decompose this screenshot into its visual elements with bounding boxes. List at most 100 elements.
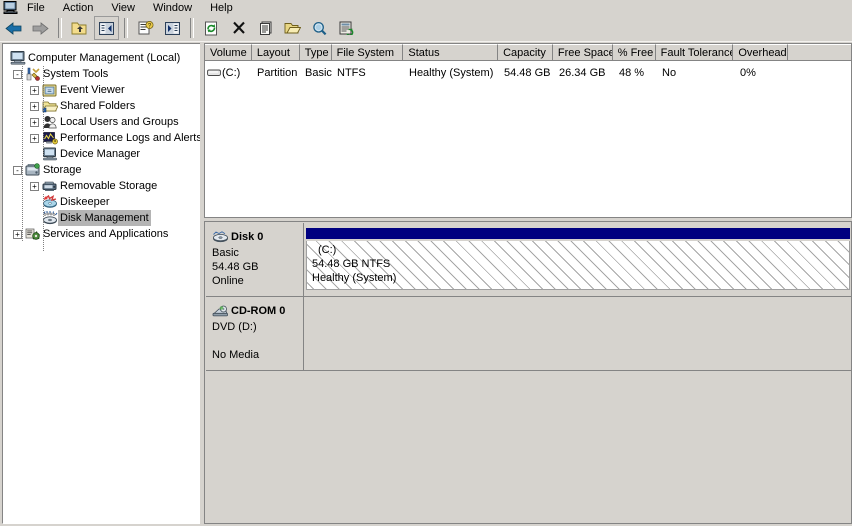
column-header-free-space[interactable]: Free Space bbox=[552, 44, 613, 61]
partition-header-bar bbox=[306, 228, 850, 239]
menu-help[interactable]: Help bbox=[201, 1, 242, 15]
system-tools-icon bbox=[24, 67, 41, 81]
back-button[interactable] bbox=[1, 16, 26, 40]
minus-icon[interactable]: - bbox=[13, 165, 22, 175]
open-button[interactable] bbox=[280, 16, 305, 40]
toolbar-separator-1 bbox=[58, 18, 62, 38]
tree-item-diskeeper[interactable]: Diskeeper bbox=[3, 194, 200, 210]
tree-item-removable-storage[interactable]: + Removable Storage bbox=[3, 178, 200, 194]
tree-item-shared-folders[interactable]: + Shared Folders bbox=[3, 98, 200, 114]
tree-item-disk-management[interactable]: Disk Management bbox=[3, 210, 200, 226]
menu-action[interactable]: Action bbox=[54, 1, 103, 15]
column-header-fault-tolerance[interactable]: Fault Tolerance bbox=[655, 44, 734, 61]
disk-title-row: Disk 0 bbox=[212, 231, 299, 243]
tree-item-label: Event Viewer bbox=[60, 84, 125, 96]
table-row[interactable]: (C:) Partition Basic NTFS Healthy (Syste… bbox=[205, 61, 851, 82]
column-header-layout[interactable]: Layout bbox=[251, 44, 300, 61]
partition-status: Healthy (System) bbox=[312, 272, 397, 284]
properties-button[interactable]: ? bbox=[133, 16, 158, 40]
status-cell: Healthy (System) bbox=[409, 67, 494, 79]
toolbar-separator-2 bbox=[124, 18, 128, 38]
file-system-cell: NTFS bbox=[337, 67, 366, 79]
menu-file[interactable]: File bbox=[18, 1, 54, 15]
disk-header-disk0[interactable]: Disk 0 Basic 54.48 GB Online bbox=[206, 223, 304, 296]
plus-icon[interactable]: + bbox=[30, 101, 39, 111]
find-button[interactable] bbox=[307, 16, 332, 40]
plus-icon[interactable]: + bbox=[30, 181, 39, 191]
tree-item-system-tools[interactable]: - System Tools bbox=[3, 66, 200, 82]
tree-item-performance-logs-and-alerts[interactable]: + Performance Logs and Alerts bbox=[3, 130, 200, 146]
console-tree-pane[interactable]: Computer Management (Local) - System Too… bbox=[2, 43, 201, 524]
minus-icon[interactable]: - bbox=[13, 69, 22, 79]
type-cell: Basic bbox=[305, 67, 332, 79]
volume-list[interactable]: Volume Layout Type File System Status Ca… bbox=[204, 43, 852, 218]
tree-item-label: Services and Applications bbox=[43, 228, 169, 240]
tree-item-label: Storage bbox=[43, 164, 82, 176]
column-header-overhead[interactable]: Overhead bbox=[733, 44, 789, 61]
column-header-volume[interactable]: Volume bbox=[205, 44, 252, 61]
tree-item-local-users-and-groups[interactable]: + Local Users and Groups bbox=[3, 114, 200, 130]
tree-expander-removable-storage[interactable]: + bbox=[28, 181, 41, 191]
tree-item-label: Disk Management bbox=[58, 210, 151, 226]
content-area: Computer Management (Local) - System Too… bbox=[0, 43, 852, 526]
tree-expander-local-users[interactable]: + bbox=[28, 117, 41, 127]
tree-expander-shared-folders[interactable]: + bbox=[28, 101, 41, 111]
disk-header-cdrom0[interactable]: CD-ROM 0 DVD (D:) No Media bbox=[206, 297, 304, 370]
column-header-filler[interactable] bbox=[788, 44, 851, 61]
column-header-status[interactable]: Status bbox=[403, 44, 499, 61]
disk-row-cdrom0[interactable]: CD-ROM 0 DVD (D:) No Media bbox=[206, 297, 851, 370]
column-header-percent-free[interactable]: % Free bbox=[612, 44, 656, 61]
computer-icon bbox=[9, 51, 26, 65]
cdrom-title: CD-ROM 0 bbox=[231, 305, 286, 317]
volume-icon bbox=[205, 68, 222, 78]
results-pane: Volume Layout Type File System Status Ca… bbox=[204, 43, 852, 524]
show-hide-action-pane-button[interactable] bbox=[160, 16, 185, 40]
disk-size: 54.48 GB bbox=[212, 261, 259, 273]
disk-row-disk0[interactable]: Disk 0 Basic 54.48 GB Online (C:) 54.48 … bbox=[206, 223, 851, 296]
graphical-view-empty-area bbox=[206, 371, 851, 523]
menu-window[interactable]: Window bbox=[144, 1, 201, 15]
forward-button[interactable] bbox=[28, 16, 53, 40]
plus-icon[interactable]: + bbox=[30, 133, 39, 143]
tree-expander-event-viewer[interactable]: + bbox=[28, 85, 41, 95]
tree-item-storage[interactable]: - Storage bbox=[3, 162, 200, 178]
column-header-file-system[interactable]: File System bbox=[331, 44, 404, 61]
disk-partitions-disk0: (C:) 54.48 GB NTFS Healthy (System) bbox=[304, 223, 851, 296]
volume-cell: (C:) bbox=[205, 64, 252, 82]
graphical-disk-view[interactable]: Disk 0 Basic 54.48 GB Online (C:) 54.48 … bbox=[204, 221, 852, 524]
plus-icon[interactable]: + bbox=[30, 85, 39, 95]
column-header-type[interactable]: Type bbox=[299, 44, 332, 61]
overhead-cell: 0% bbox=[740, 67, 756, 79]
partition-body[interactable]: (C:) 54.48 GB NTFS Healthy (System) bbox=[306, 241, 850, 290]
tree-item-computer-management[interactable]: Computer Management (Local) bbox=[3, 50, 200, 66]
refresh-button[interactable] bbox=[199, 16, 224, 40]
partition-c[interactable]: (C:) 54.48 GB NTFS Healthy (System) bbox=[306, 228, 850, 290]
export-list-button[interactable] bbox=[253, 16, 278, 40]
menu-view[interactable]: View bbox=[102, 1, 144, 15]
tree-item-event-viewer[interactable]: + Event Viewer bbox=[3, 82, 200, 98]
rescan-disks-button[interactable] bbox=[334, 16, 359, 40]
tree-item-services-and-applications[interactable]: + Services and Applications bbox=[3, 226, 200, 242]
plus-icon[interactable]: + bbox=[30, 117, 39, 127]
tree-item-label: Local Users and Groups bbox=[60, 116, 179, 128]
plus-icon[interactable]: + bbox=[13, 229, 22, 239]
tree-item-label: Performance Logs and Alerts bbox=[60, 132, 201, 144]
cdrom-status: No Media bbox=[212, 349, 260, 361]
computer-management-window: File Action View Window Help ? Computer … bbox=[0, 0, 852, 526]
graphical-view-inner: Disk 0 Basic 54.48 GB Online (C:) 54.48 … bbox=[206, 223, 851, 523]
partition-label: (C:) bbox=[318, 244, 337, 256]
column-header-capacity[interactable]: Capacity bbox=[498, 44, 553, 61]
up-one-level-button[interactable] bbox=[67, 16, 92, 40]
tree-item-label: Diskeeper bbox=[60, 196, 110, 208]
disk-status: Online bbox=[212, 275, 244, 287]
tree-item-device-manager[interactable]: Device Manager bbox=[3, 146, 200, 162]
show-hide-tree-button[interactable] bbox=[94, 16, 119, 40]
tree-item-label: Computer Management (Local) bbox=[28, 52, 181, 64]
cdrom-spacer bbox=[212, 334, 299, 348]
cdrom-icon bbox=[212, 305, 229, 317]
tree-connector-line bbox=[43, 66, 44, 156]
delete-button[interactable] bbox=[226, 16, 251, 40]
tree-expander-performance-logs[interactable]: + bbox=[28, 133, 41, 143]
computer-icon[interactable] bbox=[2, 1, 18, 15]
removable-storage-icon bbox=[41, 180, 58, 193]
